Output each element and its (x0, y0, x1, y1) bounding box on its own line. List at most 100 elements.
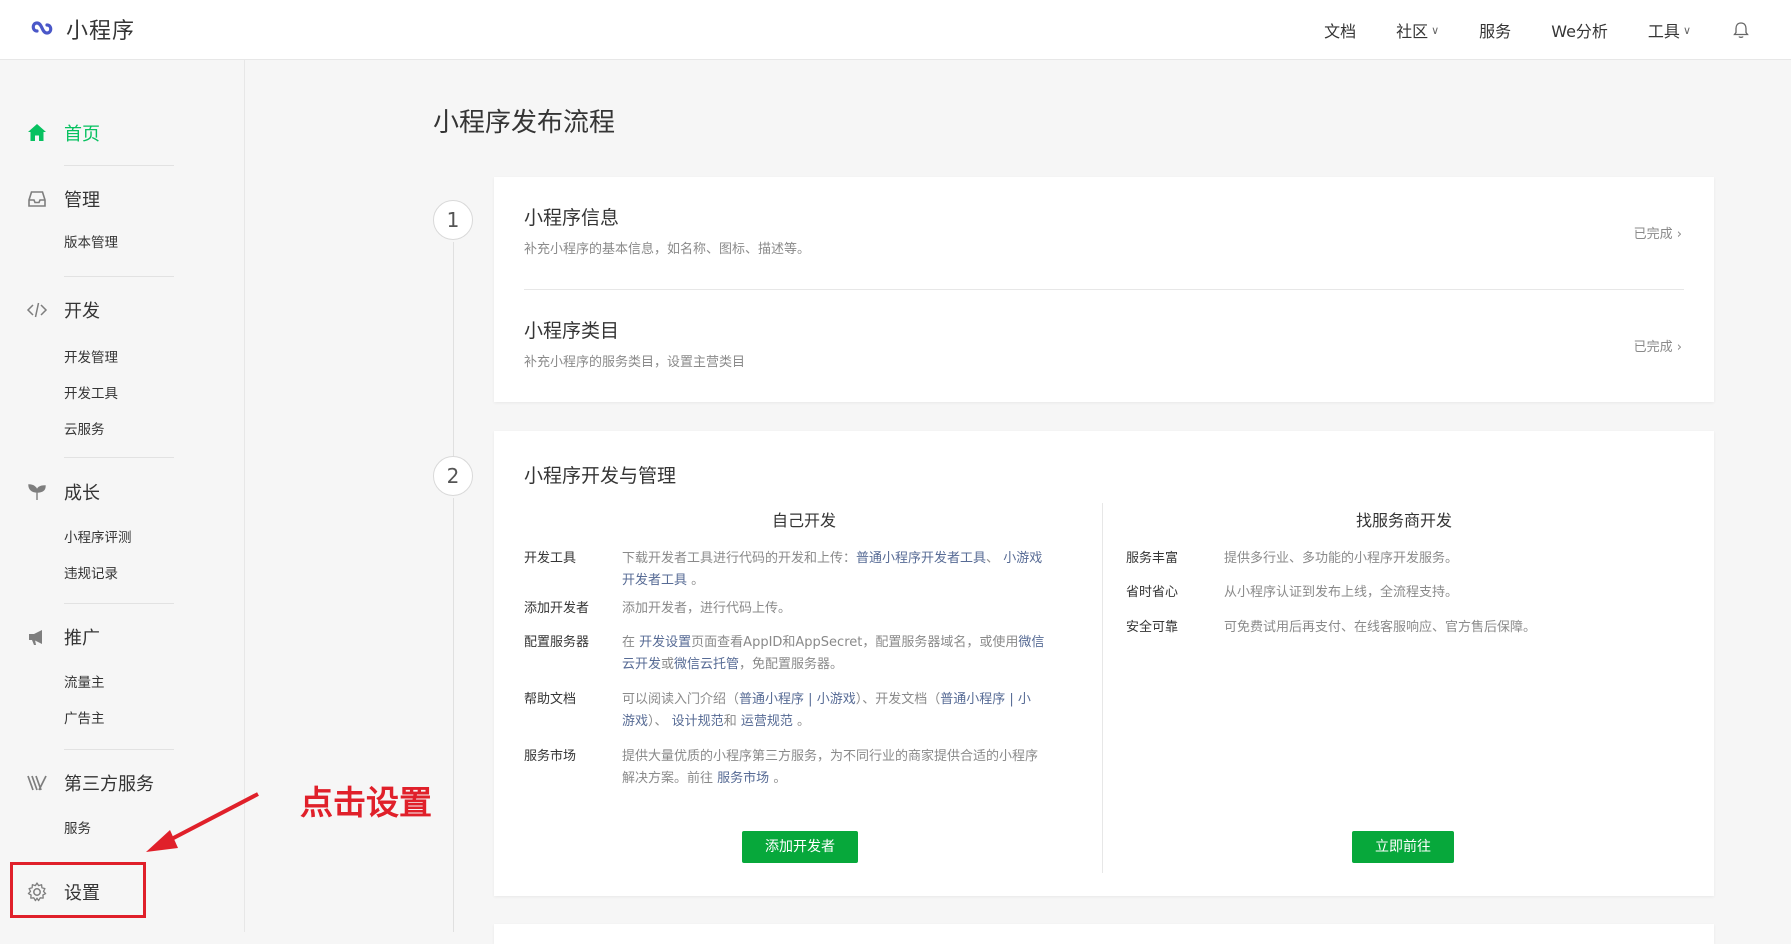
dev-tools-key: 开发工具 (524, 551, 577, 566)
market-text: 解决方案。前往 (622, 771, 714, 786)
divider (524, 289, 1684, 290)
dev-settings-link[interactable]: 开发设置 (639, 635, 691, 650)
intro-normal-link[interactable]: 普通小程序 (739, 692, 804, 707)
sidebar-item-growth-label: 成长 (64, 483, 100, 504)
top-navbar: 小程序 文档 社区 ∨ 服务 We分析 工具 ∨ (0, 0, 1791, 60)
sprout-icon (26, 481, 48, 503)
wechat-cloud-dev-link-part1[interactable]: 微信 (1018, 635, 1044, 650)
safe-reliable-value: 可免费试用后再支付、在线客服响应、官方售后保障。 (1224, 620, 1537, 635)
step2-card: 小程序开发与管理 自己开发 找服务商开发 开发工具 下载开发者工具进行代码的开发… (494, 431, 1714, 896)
help-docs-value: 可以阅读入门介绍（普通小程序 | 小游戏）、开发文档（普通小程序 | 小游戏）、… (622, 689, 1094, 733)
sidebar-item-develop[interactable]: 开发 (0, 294, 245, 326)
rich-services-value: 提供多行业、多功能的小程序开发服务。 (1224, 551, 1459, 566)
step-connector (453, 498, 454, 932)
annotation-highlight-box (10, 862, 146, 918)
service-market-row: 服务市场 提供大量优质的小程序第三方服务，为不同行业的商家提供合适的小程序 解决方… (524, 746, 1094, 790)
add-developer-value: 添加开发者，进行代码上传。 (622, 601, 792, 616)
info-status-label: 已完成 (1633, 227, 1673, 242)
step-number-2: 2 (433, 456, 473, 496)
inbox-icon (26, 188, 48, 210)
nav-community-label: 社区 (1396, 22, 1429, 41)
step1-card: 小程序信息 补充小程序的基本信息，如名称、图标、描述等。 已完成 › 小程序类目… (494, 177, 1714, 402)
nav-tools[interactable]: 工具 ∨ (1648, 18, 1691, 42)
docs-normal-link[interactable]: 普通小程序 (940, 692, 1005, 707)
sidebar-item-manage[interactable]: 管理 (0, 183, 245, 215)
divider (64, 276, 174, 277)
wechat-cloud-hosting-link[interactable]: 微信云托管 (674, 657, 739, 672)
bell-icon[interactable] (1731, 20, 1751, 40)
safe-reliable-row: 安全可靠 可免费试用后再支付、在线客服响应、官方售后保障。 (1126, 617, 1686, 639)
sidebar-item-home[interactable]: 首页 (0, 117, 245, 149)
top-nav: 文档 社区 ∨ 服务 We分析 工具 ∨ (1284, 0, 1751, 60)
miniprogram-info-row[interactable]: 小程序信息 补充小程序的基本信息，如名称、图标、描述等。 (524, 203, 1684, 257)
separator-text: 、 (986, 551, 1000, 566)
nav-docs[interactable]: 文档 (1324, 18, 1356, 42)
miniprogram-info-title: 小程序信息 (524, 207, 620, 229)
main-content: 小程序发布流程 1 2 小程序信息 补充小程序的基本信息，如名称、图标、描述等。… (246, 60, 1791, 944)
nav-we-analytics-label: We分析 (1551, 22, 1608, 41)
sidebar-item-dev-manage[interactable]: 开发管理 (0, 340, 245, 376)
info-status[interactable]: 已完成 › (1634, 223, 1682, 242)
config-text: ，免配置服务器。 (739, 657, 844, 672)
sidebar-item-cloud-service[interactable]: 云服务 (0, 412, 245, 448)
intro-minigame-link[interactable]: 小游戏 (817, 692, 856, 707)
sidebar-item-traffic-owner[interactable]: 流量主 (0, 665, 245, 701)
sidebar-manage: 管理 版本管理 (0, 183, 245, 261)
config-server-value: 在 开发设置页面查看AppID和AppSecret，配置服务器域名，或使用微信云… (622, 632, 1094, 676)
help-text: 和 (723, 714, 737, 729)
sidebar-item-growth[interactable]: 成长 (0, 476, 245, 508)
safe-reliable-key: 安全可靠 (1126, 620, 1179, 635)
sidebar-item-advertiser[interactable]: 广告主 (0, 701, 245, 737)
nav-community[interactable]: 社区 ∨ (1396, 18, 1439, 42)
divider (64, 457, 174, 458)
sidebar-item-promote[interactable]: 推广 (0, 621, 245, 653)
category-status[interactable]: 已完成 › (1634, 336, 1682, 355)
normal-devtools-link[interactable]: 普通小程序开发者工具 (856, 551, 986, 566)
docs-minigame-link-part2[interactable]: 游戏 (622, 714, 648, 729)
provider-develop-heading: 找服务商开发 (1355, 511, 1452, 530)
wechat-cloud-dev-link-part2[interactable]: 云开发 (622, 657, 661, 672)
time-saving-value: 从小程序认证到发布上线，全流程支持。 (1224, 585, 1459, 600)
step-number-1: 1 (433, 200, 473, 240)
nav-services[interactable]: 服务 (1479, 18, 1511, 42)
self-develop-heading: 自己开发 (771, 511, 836, 530)
go-now-button[interactable]: 立即前往 (1352, 831, 1454, 863)
logo[interactable]: 小程序 (26, 13, 135, 45)
miniprogram-category-desc: 补充小程序的服务类目，设置主营类目 (524, 355, 746, 370)
service-market-key: 服务市场 (524, 749, 577, 764)
sidebar-item-evaluation[interactable]: 小程序评测 (0, 520, 245, 556)
divider (64, 749, 174, 750)
chevron-right-icon: › (1676, 227, 1682, 242)
nav-we-analytics[interactable]: We分析 (1551, 18, 1608, 42)
add-developer-button[interactable]: 添加开发者 (742, 831, 858, 863)
annotation-arrow-icon (146, 792, 259, 852)
market-text: 提供大量优质的小程序第三方服务，为不同行业的商家提供合适的小程序 (622, 749, 1039, 764)
sidebar-item-violation-records[interactable]: 违规记录 (0, 556, 245, 592)
divider (64, 603, 174, 604)
third-party-icon (26, 772, 48, 794)
sidebar-item-version-manage[interactable]: 版本管理 (0, 225, 245, 261)
service-market-link[interactable]: 服务市场 (717, 771, 769, 786)
miniprogram-category-row[interactable]: 小程序类目 补充小程序的服务类目，设置主营类目 (524, 316, 1684, 370)
logo-text: 小程序 (66, 19, 136, 44)
config-server-key: 配置服务器 (524, 635, 590, 650)
dev-tools-value: 下载开发者工具进行代码的开发和上传：普通小程序开发者工具、 小游戏 开发者工具 。 (622, 548, 1094, 592)
sidebar-item-dev-tools[interactable]: 开发工具 (0, 376, 245, 412)
help-docs-row: 帮助文档 可以阅读入门介绍（普通小程序 | 小游戏）、开发文档（普通小程序 | … (524, 689, 1094, 733)
step3-card (494, 924, 1714, 944)
docs-minigame-link-part1[interactable]: 小 (1018, 692, 1031, 707)
design-spec-link[interactable]: 设计规范 (672, 714, 724, 729)
minigame-devtools-link-part1[interactable]: 小游戏 (1003, 551, 1042, 566)
category-status-label: 已完成 (1633, 340, 1673, 355)
config-text: 页面查看AppID和AppSecret，配置服务器域名，或使用 (691, 635, 1019, 650)
page-title: 小程序发布流程 (433, 108, 616, 138)
nav-docs-label: 文档 (1324, 22, 1357, 41)
sidebar-promote: 推广 流量主 广告主 (0, 621, 245, 737)
time-saving-row: 省时省心 从小程序认证到发布上线，全流程支持。 (1126, 582, 1686, 604)
rich-services-row: 服务丰富 提供多行业、多功能的小程序开发服务。 (1126, 548, 1686, 570)
operation-spec-link[interactable]: 运营规范 (741, 714, 793, 729)
minigame-devtools-link-part2[interactable]: 开发者工具 (622, 573, 687, 588)
dev-tools-text: 下载开发者工具进行代码的开发和上传： (622, 551, 857, 566)
help-text: 可以阅读入门介绍（ (622, 692, 740, 707)
step2-title: 小程序开发与管理 (524, 465, 677, 487)
